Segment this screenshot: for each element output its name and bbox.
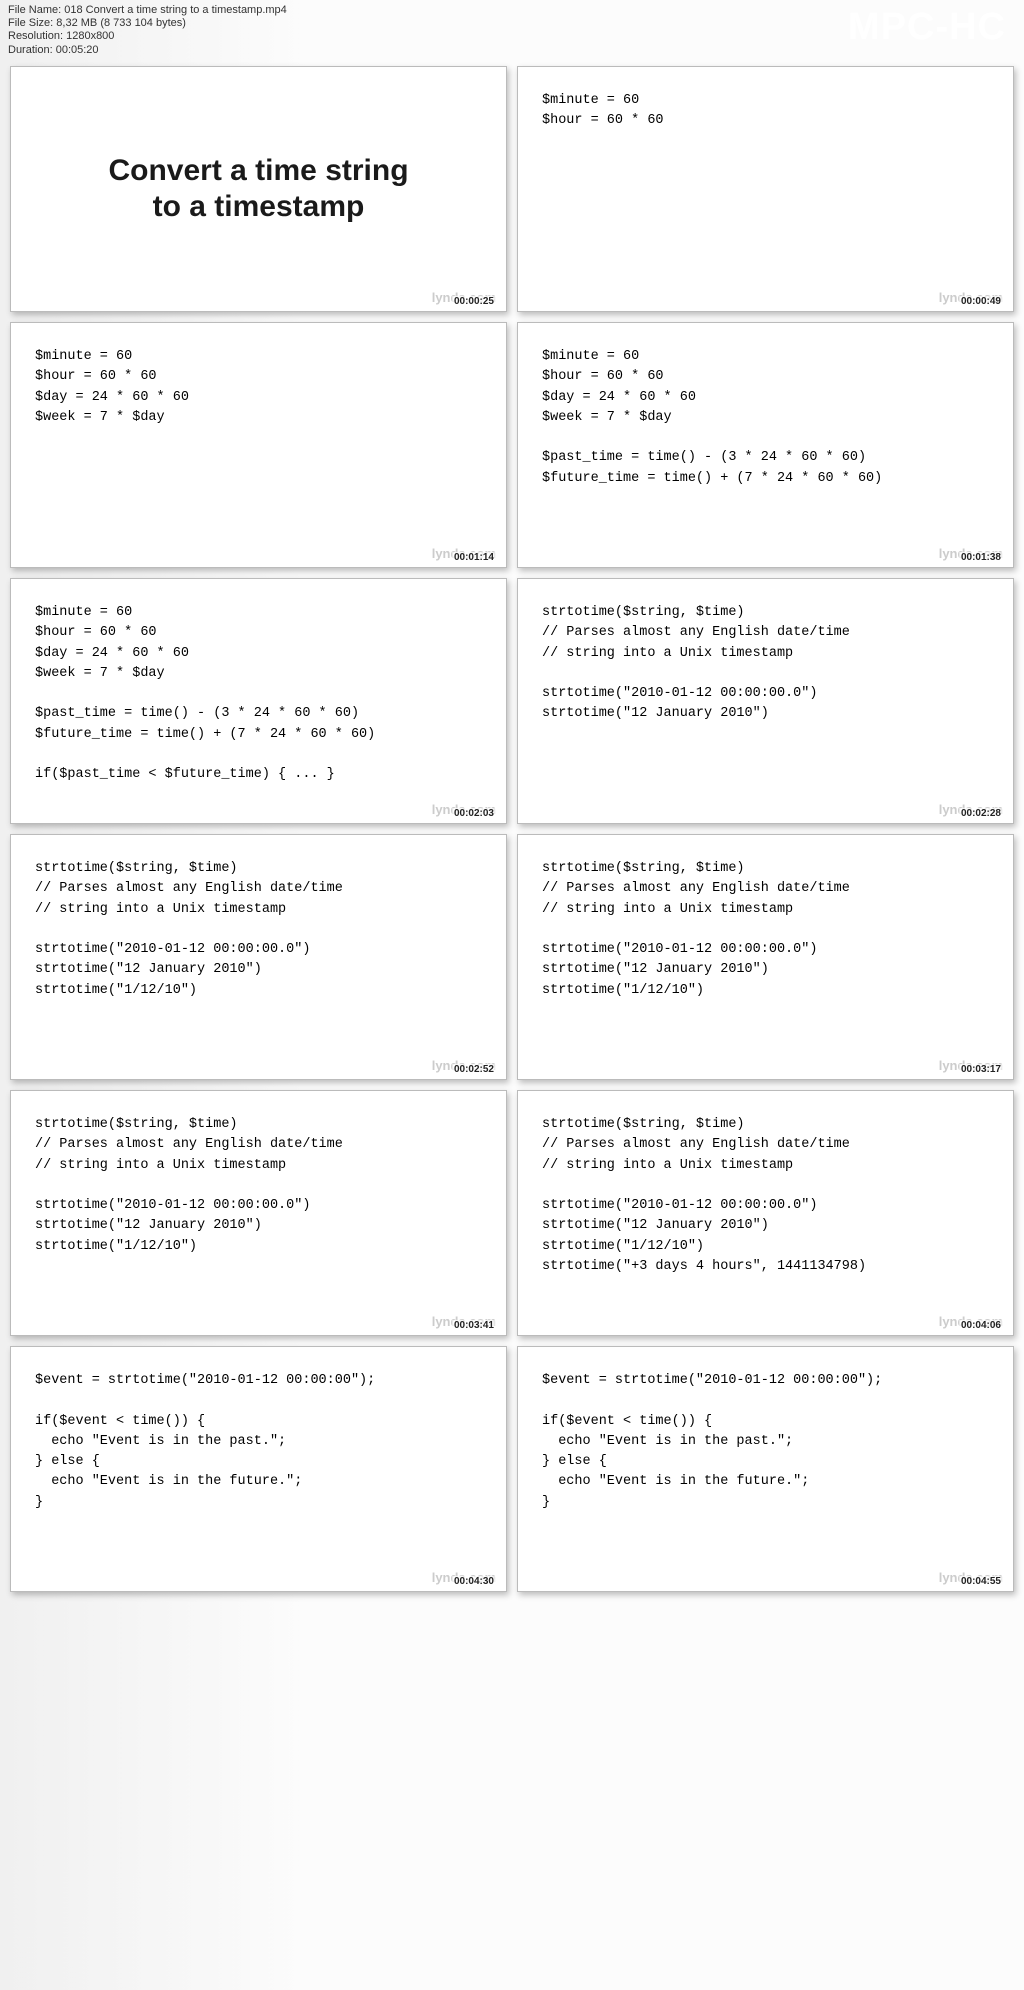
frame-timestamp: 00:04:55 [959, 1576, 1003, 1587]
code-content: strtotime($string, $time) // Parses almo… [542, 859, 989, 1001]
frame-timestamp: 00:04:06 [959, 1320, 1003, 1331]
thumbnail-frame: $event = strtotime("2010-01-12 00:00:00"… [517, 1346, 1014, 1592]
frame-timestamp: 00:03:41 [452, 1320, 496, 1331]
frame-timestamp: 00:02:03 [452, 808, 496, 819]
duration-value: 00:05:20 [56, 44, 99, 56]
thumbnail-frame: strtotime($string, $time) // Parses almo… [10, 834, 507, 1080]
code-content: strtotime($string, $time) // Parses almo… [542, 603, 989, 725]
thumbnail-frame: $event = strtotime("2010-01-12 00:00:00"… [10, 1346, 507, 1592]
code-content: $event = strtotime("2010-01-12 00:00:00"… [542, 1371, 989, 1513]
thumbnail-frame: $minute = 60 $hour = 60 * 60 $day = 24 *… [517, 322, 1014, 568]
thumbnail-frame: strtotime($string, $time) // Parses almo… [10, 1090, 507, 1336]
code-content: $minute = 60 $hour = 60 * 60 $day = 24 *… [35, 603, 482, 785]
resolution-label: Resolution: [8, 30, 66, 42]
code-content: $minute = 60 $hour = 60 * 60 $day = 24 *… [35, 347, 482, 428]
frame-timestamp: 00:02:28 [959, 808, 1003, 819]
frame-timestamp: 00:00:49 [959, 296, 1003, 307]
frame-timestamp: 00:04:30 [452, 1576, 496, 1587]
thumbnail-frame: strtotime($string, $time) // Parses almo… [517, 834, 1014, 1080]
frame-timestamp: 00:03:17 [959, 1064, 1003, 1075]
slide-title: Convert a time string to a timestamp [108, 153, 408, 225]
thumbnail-frame: Convert a time string to a timestamplynd… [10, 66, 507, 312]
thumbnail-frame: $minute = 60 $hour = 60 * 60 $day = 24 *… [10, 322, 507, 568]
file-size-value: 8,32 MB (8 733 104 bytes) [56, 17, 186, 29]
code-content: $minute = 60 $hour = 60 * 60 $day = 24 *… [542, 347, 989, 489]
resolution-value: 1280x800 [66, 30, 114, 42]
code-content: $event = strtotime("2010-01-12 00:00:00"… [35, 1371, 482, 1513]
header: File Name: 018 Convert a time string to … [0, 0, 1024, 56]
frame-timestamp: 00:01:38 [959, 552, 1003, 563]
code-content: $minute = 60 $hour = 60 * 60 [542, 91, 989, 132]
duration-label: Duration: [8, 44, 56, 56]
app-name: MPC-HC [848, 6, 1006, 49]
thumbnail-frame: $minute = 60 $hour = 60 * 60lynda.com00:… [517, 66, 1014, 312]
code-content: strtotime($string, $time) // Parses almo… [35, 1115, 482, 1257]
thumbnail-frame: strtotime($string, $time) // Parses almo… [517, 578, 1014, 824]
code-content: strtotime($string, $time) // Parses almo… [35, 859, 482, 1001]
frame-timestamp: 00:01:14 [452, 552, 496, 563]
file-name-value: 018 Convert a time string to a timestamp… [64, 4, 287, 16]
frame-timestamp: 00:02:52 [452, 1064, 496, 1075]
file-size-label: File Size: [8, 17, 56, 29]
thumbnail-grid: Convert a time string to a timestamplynd… [0, 56, 1024, 1602]
thumbnail-frame: $minute = 60 $hour = 60 * 60 $day = 24 *… [10, 578, 507, 824]
code-content: strtotime($string, $time) // Parses almo… [542, 1115, 989, 1277]
frame-timestamp: 00:00:25 [452, 296, 496, 307]
thumbnail-frame: strtotime($string, $time) // Parses almo… [517, 1090, 1014, 1336]
file-name-label: File Name: [8, 4, 64, 16]
